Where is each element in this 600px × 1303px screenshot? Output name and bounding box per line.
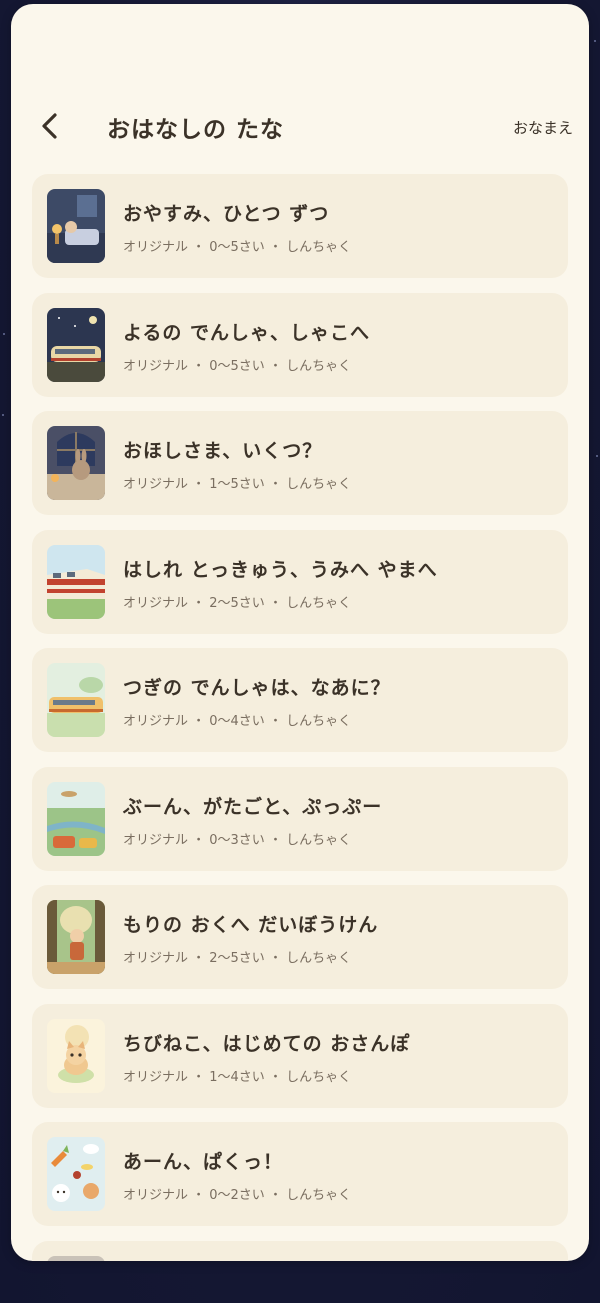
story-title: つぎの でんしゃは、なあに？ (123, 677, 391, 699)
story-card[interactable]: つぎの でんしゃは、なあに？ オリジナル ・ 0〜4さい ・ しんちゃく (32, 648, 568, 752)
story-card[interactable]: はしれ とっきゅう、うみへ やまへ オリジナル ・ 2〜5さい ・ しんちゃく (32, 529, 568, 634)
story-title: はしれ とっきゅう、うみへ やまへ (123, 558, 438, 581)
story-meta: オリジナル ・ 0〜5さい ・ しんちゃく (123, 240, 352, 255)
story-card[interactable]: あーん、ぱくっ！ オリジナル ・ 0〜2さい ・ しんちゃく (32, 1122, 568, 1226)
story-title: あーん、ぱくっ！ (123, 1151, 284, 1173)
background-star (596, 455, 598, 457)
story-title: ぶーん、がたごと、ぷっぷー (123, 795, 383, 818)
story-meta: オリジナル ・ 0〜2さい ・ しんちゃく (123, 1188, 352, 1203)
page-title: おはなしの たな (107, 117, 285, 143)
day-train-thumbnail (47, 663, 105, 737)
name-link[interactable]: おなまえ (513, 117, 573, 138)
story-meta: オリジナル ・ 1〜4さい ・ しんちゃく (123, 1069, 352, 1085)
bunny-window-thumbnail (47, 426, 105, 500)
story-title: ちびねこ、はじめての おさんぽ (123, 1032, 411, 1055)
food-animals-thumbnail (47, 1137, 105, 1211)
background-star (2, 414, 4, 416)
story-meta: オリジナル ・ 1〜5さい ・ しんちゃく (123, 477, 352, 492)
story-title: もりの おくへ だいぼうけん (123, 914, 379, 936)
story-card[interactable]: ぶーん、がたごと、ぷっぷー オリジナル ・ 0〜3さい ・ しんちゃく (32, 766, 568, 871)
express-train-thumbnail (47, 544, 105, 619)
header-bar: おはなしの たな おなまえ (11, 100, 589, 152)
story-card[interactable]: おほしさま、いくつ？ オリジナル ・ 1〜5さい ・ しんちゃく (32, 411, 568, 515)
background-star (594, 40, 596, 42)
story-thumbnail (47, 1255, 105, 1261)
story-meta: オリジナル ・ 0〜4さい ・ しんちゃく (123, 714, 352, 729)
forest-explorer-thumbnail (47, 900, 105, 974)
vehicles-thumbnail (47, 781, 105, 856)
kitten-thumbnail (47, 1018, 105, 1093)
story-title: おやすみ、ひとつ ずつ (123, 203, 330, 225)
story-title: よるの でんしゃ、しゃこへ (123, 321, 371, 344)
back-button[interactable] (33, 106, 67, 146)
story-card[interactable]: ちびねこ、はじめての おさんぽ オリジナル ・ 1〜4さい ・ しんちゃく (32, 1003, 568, 1108)
story-meta: オリジナル ・ 2〜5さい ・ しんちゃく (123, 595, 352, 611)
night-train-thumbnail (47, 307, 105, 382)
story-card[interactable] (32, 1240, 568, 1261)
story-title: おほしさま、いくつ？ (123, 440, 323, 462)
chevron-left-icon (42, 113, 57, 139)
story-meta: オリジナル ・ 2〜5さい ・ しんちゃく (123, 951, 352, 966)
story-card[interactable]: よるの でんしゃ、しゃこへ オリジナル ・ 0〜5さい ・ しんちゃく (32, 292, 568, 397)
story-meta: オリジナル ・ 0〜5さい ・ しんちゃく (123, 358, 352, 374)
story-card[interactable]: もりの おくへ だいぼうけん オリジナル ・ 2〜5さい ・ しんちゃく (32, 885, 568, 989)
background-star (3, 333, 5, 335)
story-shelf-panel: おはなしの たな おなまえ おやすみ、ひとつ ずつ オリジナル ・ 0〜5さい … (11, 4, 589, 1261)
story-list: おやすみ、ひとつ ずつ オリジナル ・ 0〜5さい ・ しんちゃく よるの でん… (32, 174, 568, 1261)
story-card[interactable]: おやすみ、ひとつ ずつ オリジナル ・ 0〜5さい ・ しんちゃく (32, 174, 568, 278)
night-bedroom-thumbnail (47, 189, 105, 263)
story-meta: オリジナル ・ 0〜3さい ・ しんちゃく (123, 832, 352, 848)
